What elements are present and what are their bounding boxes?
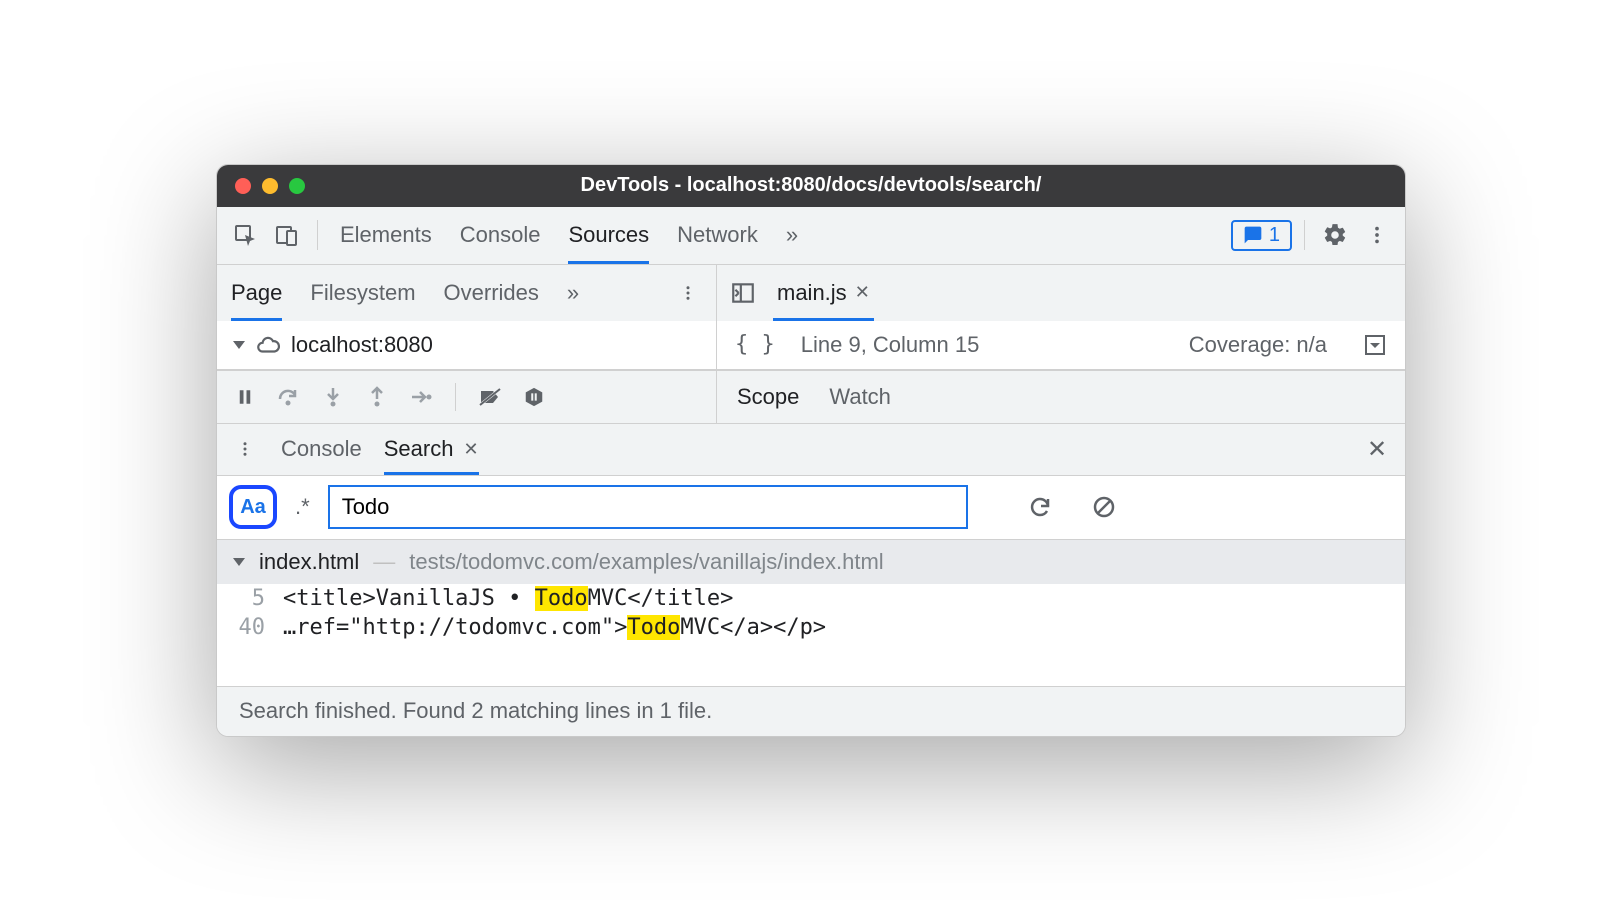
result-line[interactable]: 5 <title>VanillaJS • TodoMVC</title> <box>217 584 1405 613</box>
separator <box>1304 220 1305 250</box>
drawer-more-icon[interactable] <box>231 435 259 463</box>
match-case-toggle[interactable]: Aa <box>229 485 277 529</box>
host-label: localhost:8080 <box>291 332 433 358</box>
close-drawer-icon[interactable]: ✕ <box>1363 435 1391 463</box>
result-file-path: tests/todomvc.com/examples/vanillajs/ind… <box>409 549 883 575</box>
editor-pane: main.js ✕ { } Line 9, Column 15 Coverage… <box>717 265 1405 369</box>
window-zoom-button[interactable] <box>289 178 305 194</box>
tab-scope[interactable]: Scope <box>737 384 799 410</box>
kebab-menu-icon[interactable] <box>1359 217 1395 253</box>
navigator-tabs: Page Filesystem Overrides » <box>217 265 716 321</box>
clear-search-icon[interactable] <box>1086 489 1122 525</box>
separator <box>317 220 318 250</box>
main-toolbar: Elements Console Sources Network » 1 <box>217 207 1405 265</box>
tab-console[interactable]: Console <box>460 207 541 264</box>
titlebar: DevTools - localhost:8080/docs/devtools/… <box>217 165 1405 207</box>
tab-elements[interactable]: Elements <box>340 207 432 264</box>
result-line[interactable]: 40 …ref="http://todomvc.com">TodoMVC</a>… <box>217 613 1405 642</box>
tab-overrides[interactable]: Overrides <box>444 265 539 321</box>
line-content: …ref="http://todomvc.com">TodoMVC</a></p… <box>283 615 826 640</box>
format-code-button[interactable]: { } <box>735 332 775 357</box>
drawer-tab-console[interactable]: Console <box>281 424 362 475</box>
tab-watch[interactable]: Watch <box>829 384 891 410</box>
debug-sidebar-tabs: Scope Watch <box>717 371 1405 423</box>
line-content: <title>VanillaJS • TodoMVC</title> <box>283 586 733 611</box>
feedback-badge[interactable]: 1 <box>1231 220 1292 251</box>
debugger-row: Scope Watch <box>217 370 1405 424</box>
show-navigator-icon[interactable] <box>727 277 759 309</box>
file-tree-host[interactable]: localhost:8080 <box>217 321 716 369</box>
pause-icon[interactable] <box>231 383 259 411</box>
tab-page[interactable]: Page <box>231 265 282 321</box>
search-input[interactable] <box>328 485 968 529</box>
step-over-icon[interactable] <box>275 383 303 411</box>
drawer-tabs: Console Search ✕ ✕ <box>217 424 1405 476</box>
tab-filesystem[interactable]: Filesystem <box>310 265 415 321</box>
window-minimize-button[interactable] <box>262 178 278 194</box>
coverage-status: Coverage: n/a <box>1189 332 1327 358</box>
debugger-toolbar <box>217 371 717 423</box>
search-bar: Aa .* <box>217 476 1405 540</box>
disclosure-triangle-icon <box>233 341 245 349</box>
results-spacer <box>217 642 1405 686</box>
tab-overflow[interactable]: » <box>786 207 798 264</box>
pause-on-exceptions-icon[interactable] <box>520 383 548 411</box>
search-status-footer: Search finished. Found 2 matching lines … <box>217 686 1405 736</box>
sources-split: Page Filesystem Overrides » localhost:80… <box>217 265 1405 370</box>
regex-toggle[interactable]: .* <box>291 494 314 520</box>
step-out-icon[interactable] <box>363 383 391 411</box>
traffic-lights <box>217 178 305 194</box>
inspect-element-icon[interactable] <box>227 217 263 253</box>
line-number: 5 <box>233 586 265 611</box>
result-file-name: index.html <box>259 549 359 575</box>
step-icon[interactable] <box>407 383 435 411</box>
window-close-button[interactable] <box>235 178 251 194</box>
drawer-tab-search[interactable]: Search ✕ <box>384 424 479 475</box>
cursor-position: Line 9, Column 15 <box>801 332 980 358</box>
editor-status: { } Line 9, Column 15 Coverage: n/a <box>717 321 1405 369</box>
close-drawer-tab-icon[interactable]: ✕ <box>463 439 478 460</box>
device-toolbar-icon[interactable] <box>269 217 305 253</box>
file-tab-label: main.js <box>777 280 847 306</box>
result-file-header[interactable]: index.html — tests/todomvc.com/examples/… <box>217 540 1405 584</box>
separator: — <box>373 549 395 575</box>
step-into-icon[interactable] <box>319 383 347 411</box>
navigator-pane: Page Filesystem Overrides » localhost:80… <box>217 265 717 369</box>
deactivate-breakpoints-icon[interactable] <box>476 383 504 411</box>
tab-sources[interactable]: Sources <box>568 207 649 264</box>
separator <box>455 383 456 411</box>
refresh-search-icon[interactable] <box>1022 489 1058 525</box>
window-title: DevTools - localhost:8080/docs/devtools/… <box>217 174 1405 197</box>
cloud-icon <box>255 332 281 358</box>
editor-tabs: main.js ✕ <box>717 265 1405 321</box>
dropdown-icon[interactable] <box>1363 333 1387 357</box>
settings-icon[interactable] <box>1317 217 1353 253</box>
feedback-icon <box>1243 225 1263 245</box>
feedback-count: 1 <box>1269 224 1280 247</box>
search-status-text: Search finished. Found 2 matching lines … <box>239 698 712 724</box>
disclosure-triangle-icon <box>233 558 245 566</box>
navigator-more-icon[interactable] <box>674 279 702 307</box>
main-tabs: Elements Console Sources Network » <box>340 207 798 264</box>
tab-nav-overflow[interactable]: » <box>567 265 579 321</box>
devtools-window: DevTools - localhost:8080/docs/devtools/… <box>216 164 1406 737</box>
close-file-icon[interactable]: ✕ <box>855 282 870 303</box>
drawer-tab-search-label: Search <box>384 436 454 462</box>
line-number: 40 <box>233 615 265 640</box>
tab-network[interactable]: Network <box>677 207 758 264</box>
file-tab-mainjs[interactable]: main.js ✕ <box>773 265 874 321</box>
